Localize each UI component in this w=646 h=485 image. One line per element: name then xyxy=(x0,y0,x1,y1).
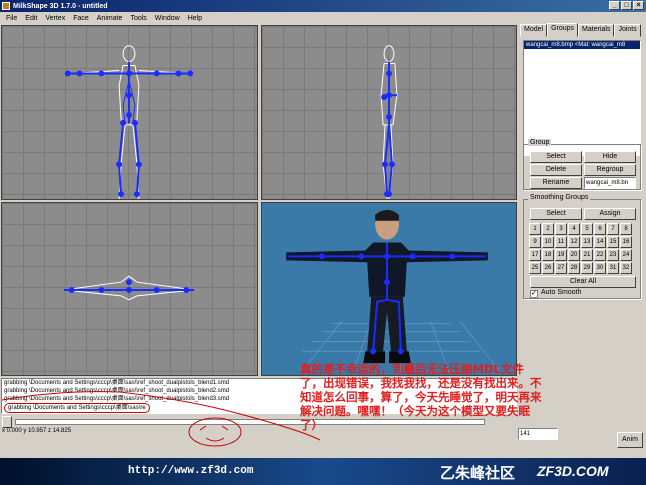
smoothing-group-2[interactable]: 2 xyxy=(542,223,554,235)
smoothing-group-3[interactable]: 3 xyxy=(555,223,567,235)
timeline-slider-thumb[interactable] xyxy=(2,416,12,428)
rename-group-button[interactable]: Rename xyxy=(530,177,582,189)
smoothing-group-7[interactable]: 7 xyxy=(607,223,619,235)
smoothing-group-6[interactable]: 6 xyxy=(594,223,606,235)
hide-group-button[interactable]: Hide xyxy=(584,151,636,163)
menu-face[interactable]: Face xyxy=(69,15,93,22)
footer-url: http://www.zf3d.com xyxy=(128,465,254,477)
menu-tools[interactable]: Tools xyxy=(126,15,150,22)
close-button[interactable]: × xyxy=(633,1,644,10)
smoothing-group-12[interactable]: 12 xyxy=(568,236,580,248)
smoothing-group-21[interactable]: 21 xyxy=(581,249,593,261)
menu-vertex[interactable]: Vertex xyxy=(41,15,69,22)
maximize-button[interactable]: □ xyxy=(621,1,632,10)
right-panel: Model Groups Materials Joints wangcai_m8… xyxy=(520,23,646,400)
smoothing-group-22[interactable]: 22 xyxy=(594,249,606,261)
select-group-button[interactable]: Select xyxy=(530,151,582,163)
smoothing-group-27[interactable]: 27 xyxy=(555,262,567,274)
tab-groups[interactable]: Groups xyxy=(547,23,579,37)
smoothing-group-28[interactable]: 28 xyxy=(568,262,580,274)
viewport-top[interactable] xyxy=(1,202,258,376)
auto-smooth-checkbox[interactable]: ✓ xyxy=(530,290,538,298)
smoothing-group-23[interactable]: 23 xyxy=(607,249,619,261)
menu-file[interactable]: File xyxy=(2,15,21,22)
delete-group-button[interactable]: Delete xyxy=(530,164,582,176)
smoothing-group-1[interactable]: 1 xyxy=(529,223,541,235)
menu-edit[interactable]: Edit xyxy=(21,15,41,22)
annotation-text: 真的是不幸运的，到最后无法压缩MDL文件了，出现错误，我找我找，还是没有找出来。… xyxy=(300,362,542,432)
3d-model-render xyxy=(286,209,500,375)
smoothing-group-8[interactable]: 8 xyxy=(620,223,632,235)
smoothing-group-11[interactable]: 11 xyxy=(555,236,567,248)
smoothing-group-13[interactable]: 13 xyxy=(581,236,593,248)
smoothing-group-18[interactable]: 18 xyxy=(542,249,554,261)
smoothing-group-24[interactable]: 24 xyxy=(620,249,632,261)
group-list-item[interactable]: wangcai_m8.bmp <Mat: wangcai_m8 xyxy=(524,41,640,49)
panel-tabs: Model Groups Materials Joints xyxy=(520,23,646,37)
group-box-title: Group xyxy=(528,139,552,146)
smoothing-group-25[interactable]: 25 xyxy=(529,262,541,274)
status-coords: x 0.000 y 10.957 z 14.825 xyxy=(2,428,72,434)
tab-model[interactable]: Model xyxy=(520,24,548,37)
front-skeleton-wireframe xyxy=(64,45,194,199)
smoothing-group-15[interactable]: 15 xyxy=(607,236,619,248)
tab-materials[interactable]: Materials xyxy=(578,24,615,37)
watermark-footer: http://www.zf3d.com 乙朱峰社区 ZF3D.COM xyxy=(0,458,646,485)
footer-site-name: 乙朱峰社区 xyxy=(440,465,516,482)
clear-all-button[interactable]: Clear All xyxy=(530,276,636,288)
smoothing-group-9[interactable]: 9 xyxy=(529,236,541,248)
smoothing-groups-title: Smoothing Groups xyxy=(528,194,591,201)
menu-animate[interactable]: Animate xyxy=(93,15,127,22)
viewport-front[interactable] xyxy=(1,25,258,200)
smoothing-group-4[interactable]: 4 xyxy=(568,223,580,235)
regroup-button[interactable]: Regroup xyxy=(584,164,636,176)
tab-joints[interactable]: Joints xyxy=(614,24,641,37)
smoothing-assign-button[interactable]: Assign xyxy=(584,208,636,220)
smoothing-select-button[interactable]: Select xyxy=(530,208,582,220)
viewport-3d[interactable] xyxy=(261,202,517,376)
smoothing-group-32[interactable]: 32 xyxy=(620,262,632,274)
group-box: Group Select Hide Delete Regroup Rename … xyxy=(523,139,641,190)
smoothing-group-17[interactable]: 17 xyxy=(529,249,541,261)
group-name-input[interactable]: wangcai_m8.bn xyxy=(584,177,636,189)
minimize-button[interactable]: _ xyxy=(609,1,620,10)
top-skeleton-wireframe xyxy=(63,275,195,301)
viewport-side[interactable] xyxy=(261,25,517,200)
smoothing-groups-box: Smoothing Groups Select Assign 1 2 3 4 5… xyxy=(523,194,641,299)
side-skeleton-wireframe xyxy=(380,45,398,199)
smoothing-group-14[interactable]: 14 xyxy=(594,236,606,248)
smoothing-group-5[interactable]: 5 xyxy=(581,223,593,235)
smoothing-group-16[interactable]: 16 xyxy=(620,236,632,248)
app-icon xyxy=(2,2,10,10)
footer-site-logo: ZF3D.COM xyxy=(537,463,609,479)
smoothing-group-29[interactable]: 29 xyxy=(581,262,593,274)
console-line-highlighted: grabbing \Documents and Settings\cccp\桌面… xyxy=(4,403,150,413)
window-title: MilkShape 3D 1.7.0 - untitled xyxy=(13,2,108,10)
title-bar: MilkShape 3D 1.7.0 - untitled _ □ × xyxy=(0,0,646,12)
smoothing-group-30[interactable]: 30 xyxy=(594,262,606,274)
smoothing-group-26[interactable]: 26 xyxy=(542,262,554,274)
smoothing-group-20[interactable]: 20 xyxy=(568,249,580,261)
menu-window[interactable]: Window xyxy=(151,15,184,22)
menu-help[interactable]: Help xyxy=(184,15,206,22)
smoothing-group-grid: 1 2 3 4 5 6 7 8 9 10 11 12 13 14 15 16 1… xyxy=(529,223,632,274)
smoothing-group-19[interactable]: 19 xyxy=(555,249,567,261)
smoothing-group-10[interactable]: 10 xyxy=(542,236,554,248)
smoothing-group-31[interactable]: 31 xyxy=(607,262,619,274)
auto-smooth-label: Auto Smooth xyxy=(541,289,582,296)
